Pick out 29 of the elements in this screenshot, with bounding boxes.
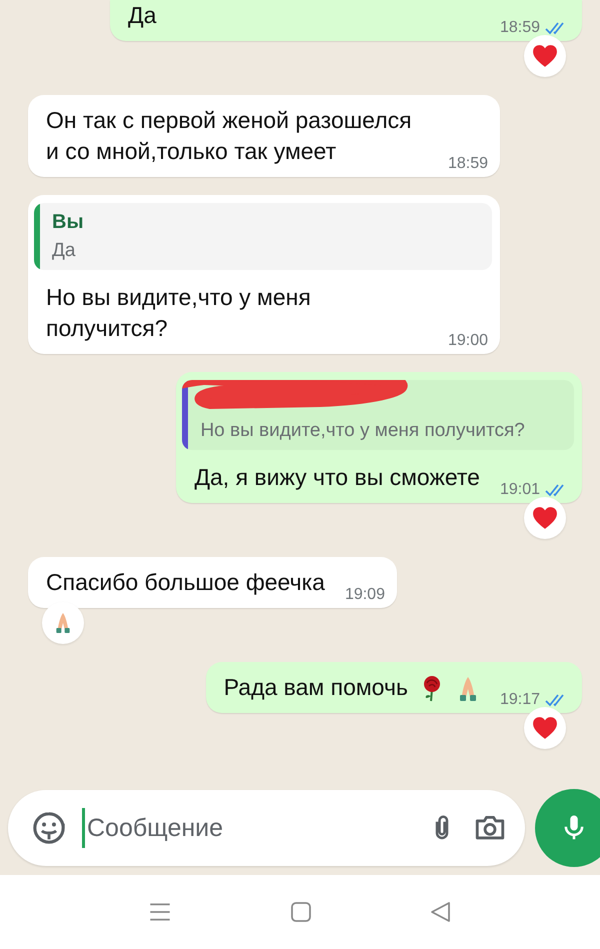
message-text: Но вы видите,что у меня получится? — [46, 283, 312, 343]
message-text: Спасибо большое феечка — [46, 568, 325, 597]
message-time: 19:17 — [500, 691, 540, 709]
message-text: Да — [128, 1, 156, 30]
message-time: 19:09 — [344, 586, 385, 604]
message-time: 19:00 — [448, 332, 488, 350]
quote-author: Вы — [52, 211, 85, 234]
reaction-badge[interactable] — [524, 35, 566, 77]
quote-text: Но вы видите,что у меня получится? — [200, 420, 526, 442]
home-icon[interactable] — [289, 900, 313, 924]
message-input-field[interactable]: Сообщение — [85, 812, 411, 844]
message-time: 18:59 — [448, 155, 488, 173]
message-time: 18:59 — [500, 19, 540, 37]
message-composer[interactable]: Сообщение — [8, 790, 525, 866]
reaction-badge[interactable] — [524, 707, 566, 749]
message-time: 19:01 — [500, 481, 540, 499]
message-text: Да, я вижу что вы сможете — [194, 463, 480, 492]
quoted-message[interactable]: Вы Да — [34, 203, 492, 270]
back-icon[interactable] — [429, 900, 453, 924]
reaction-badge[interactable] — [42, 602, 84, 644]
heart-icon — [532, 44, 558, 68]
sticker-icon[interactable] — [32, 811, 66, 845]
heart-icon — [532, 506, 558, 530]
heart-icon — [532, 716, 558, 740]
quote-text: Да — [52, 240, 76, 262]
quoted-message[interactable]: Но вы видите,что у меня получится? — [182, 380, 574, 450]
reaction-badge[interactable] — [524, 497, 566, 539]
message-text: Он так с первой женой разошелся и со мной,только так умеет — [46, 106, 413, 166]
message-text: Рада вам помочь — [224, 673, 408, 702]
